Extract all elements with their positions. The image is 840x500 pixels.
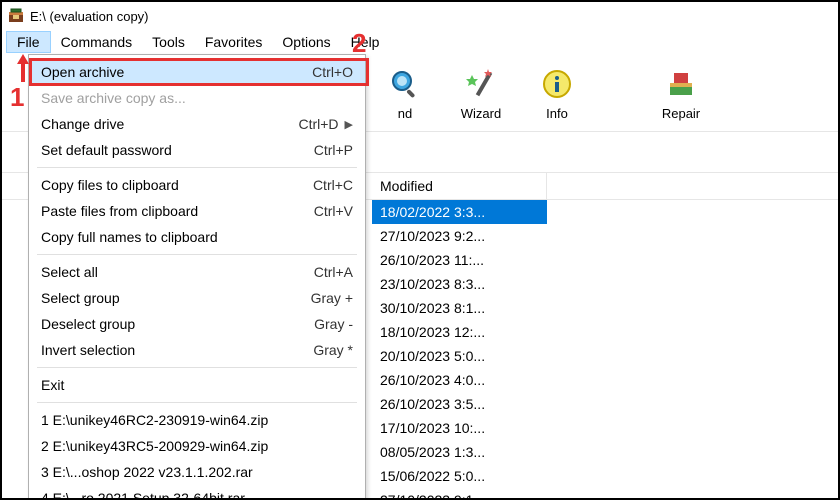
cell-modified: 18/10/2023 12:... [372,320,547,344]
submenu-arrow-icon: ▶ [345,118,353,131]
menu-item-shortcut: Gray + [311,290,353,306]
cell-modified: 27/10/2023 9:1... [372,488,547,498]
menu-item-label: Select all [41,264,294,280]
menu-item-shortcut: Gray * [313,342,353,358]
menu-item[interactable]: 4 E:\...ro 2021 Setup 32-64bit.rar [29,485,365,500]
titlebar: E:\ (evaluation copy) [2,2,838,30]
cell-modified: 30/10/2023 8:1... [372,296,547,320]
wizard-icon [461,64,501,104]
menu-item-label: 1 E:\unikey46RC2-230919-win64.zip [41,412,353,428]
menu-item[interactable]: 2 E:\unikey43RC5-200929-win64.zip [29,433,365,459]
menu-favorites[interactable]: Favorites [195,32,273,52]
menu-separator [37,167,357,168]
menu-item-label: 2 E:\unikey43RC5-200929-win64.zip [41,438,353,454]
cell-modified: 17/10/2023 10:... [372,416,547,440]
menu-separator [37,402,357,403]
toolbar-wizard[interactable]: Wizard [452,64,510,121]
menu-item[interactable]: Deselect group Gray - [29,311,365,337]
menu-item-label: Open archive [41,64,292,80]
menu-item-shortcut: Gray - [314,316,353,332]
file-dropdown: Open archive Ctrl+O Save archive copy as..… [28,54,366,500]
menu-item-label: Invert selection [41,342,293,358]
window-title: E:\ (evaluation copy) [30,9,149,24]
toolbar-repair-label: Repair [662,106,700,121]
menu-item-label: 3 E:\...oshop 2022 v23.1.1.202.rar [41,464,353,480]
cell-modified: 26/10/2023 4:0... [372,368,547,392]
menu-item-label: Change drive [41,116,278,132]
toolbar-find-label: nd [398,106,412,121]
menu-item[interactable]: Open archive Ctrl+O [29,59,365,85]
menubar: File Commands Tools Favorites Options He… [2,30,838,54]
menu-item[interactable]: 3 E:\...oshop 2022 v23.1.1.202.rar [29,459,365,485]
menu-item[interactable]: 1 E:\unikey46RC2-230919-win64.zip [29,407,365,433]
menu-tools[interactable]: Tools [142,32,195,52]
menu-item[interactable]: Select all Ctrl+A [29,259,365,285]
cell-modified: 15/06/2022 5:0... [372,464,547,488]
cell-modified: 18/02/2022 3:3... [372,200,547,224]
menu-item-shortcut: Ctrl+A [314,264,353,280]
info-icon [537,64,577,104]
menu-help[interactable]: Help [341,32,390,52]
app-window: E:\ (evaluation copy) File Commands Tool… [0,0,840,500]
menu-item-shortcut: Ctrl+P [314,142,353,158]
cell-modified: 23/10/2023 8:3... [372,272,547,296]
menu-item[interactable]: Exit [29,372,365,398]
menu-item-label: Save archive copy as... [41,90,353,106]
menu-item: Save archive copy as... [29,85,365,111]
menu-item[interactable]: Set default password Ctrl+P [29,137,365,163]
menu-item-label: Select group [41,290,291,306]
toolbar-wizard-label: Wizard [461,106,501,121]
menu-item[interactable]: Change drive Ctrl+D ▶ [29,111,365,137]
menu-commands[interactable]: Commands [51,32,143,52]
cell-modified: 20/10/2023 5:0... [372,344,547,368]
menu-item[interactable]: Copy full names to clipboard [29,224,365,250]
menu-item-label: Copy files to clipboard [41,177,293,193]
column-modified[interactable]: Modified [372,173,547,199]
menu-file[interactable]: File [6,31,51,53]
cell-modified: 08/05/2023 1:3... [372,440,547,464]
menu-item-shortcut: Ctrl+O [312,64,353,80]
menu-item-label: Set default password [41,142,294,158]
menu-item-label: Exit [41,377,353,393]
menu-item-label: 4 E:\...ro 2021 Setup 32-64bit.rar [41,490,353,500]
menu-options[interactable]: Options [272,32,340,52]
menu-item[interactable]: Paste files from clipboard Ctrl+V [29,198,365,224]
toolbar-info[interactable]: Info [528,64,586,121]
find-icon [385,64,425,104]
menu-item-label: Copy full names to clipboard [41,229,353,245]
menu-item-shortcut: Ctrl+V [314,203,353,219]
menu-item-shortcut: Ctrl+D [298,116,338,132]
menu-item[interactable]: Select group Gray + [29,285,365,311]
menu-separator [37,367,357,368]
menu-item-shortcut: Ctrl+C [313,177,353,193]
toolbar-repair[interactable]: Repair [652,64,710,121]
cell-modified: 26/10/2023 11:... [372,248,547,272]
menu-item-label: Paste files from clipboard [41,203,294,219]
menu-item[interactable]: Invert selection Gray * [29,337,365,363]
toolbar-info-label: Info [546,106,568,121]
toolbar-find[interactable]: nd [376,64,434,121]
repair-icon [661,64,701,104]
menu-separator [37,254,357,255]
cell-modified: 27/10/2023 9:2... [372,224,547,248]
menu-item-label: Deselect group [41,316,294,332]
cell-modified: 26/10/2023 3:5... [372,392,547,416]
menu-item[interactable]: Copy files to clipboard Ctrl+C [29,172,365,198]
app-icon [8,8,24,24]
